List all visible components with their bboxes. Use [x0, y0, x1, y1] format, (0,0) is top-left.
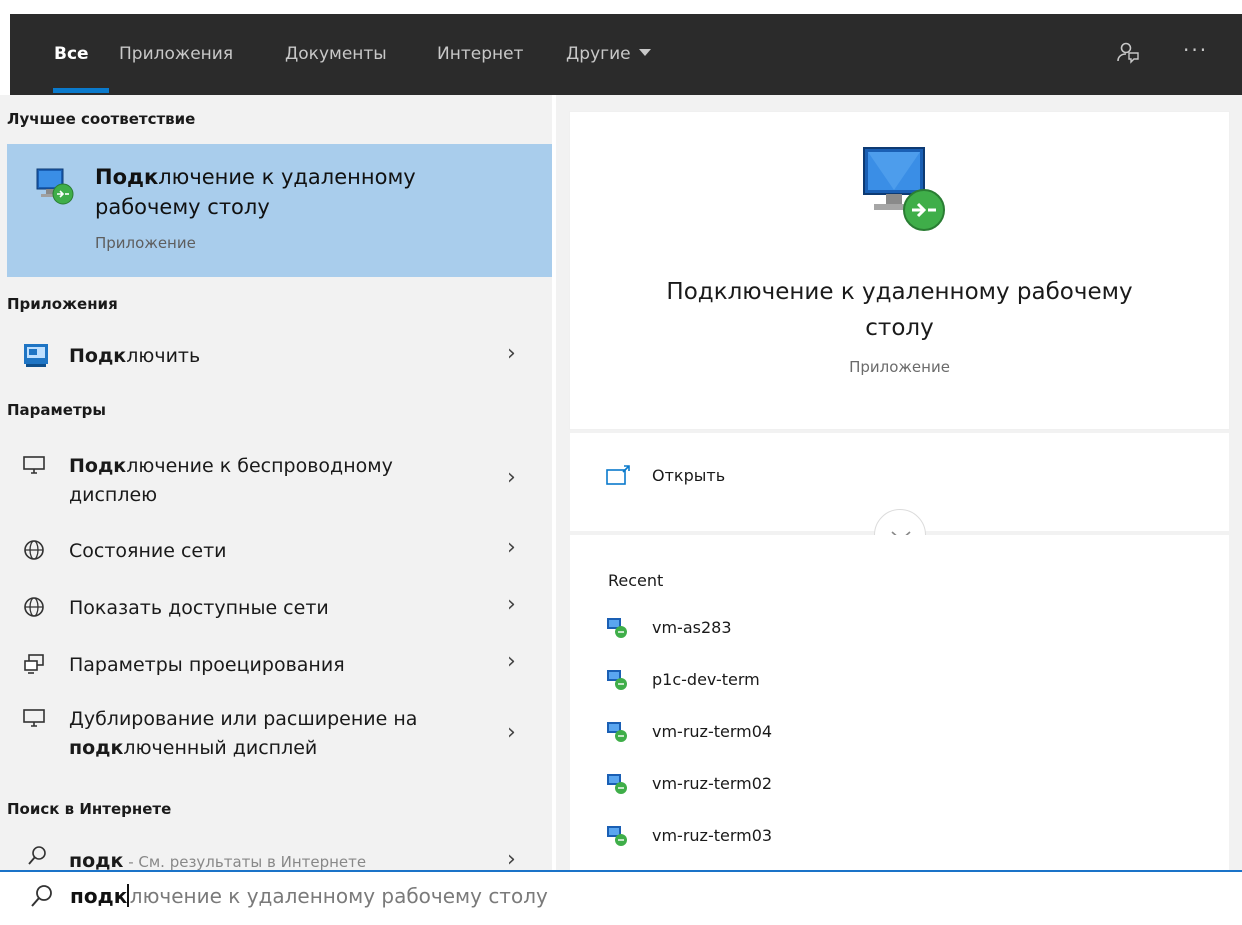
rdp-file-icon — [606, 721, 628, 747]
chevron-right-icon: › — [507, 649, 516, 674]
settings-item-projection[interactable]: Параметры проецирования › — [7, 649, 552, 685]
settings-item-duplicate-extend[interactable]: Дублирование или расширение на подключенн… — [7, 702, 552, 770]
monitor-icon — [23, 708, 49, 734]
web-search-label: подк - См. результаты в Интернете — [69, 850, 367, 870]
text-cursor — [127, 884, 129, 907]
settings-item-wireless-display[interactable]: Подключение к беспроводному дисплею › — [7, 449, 552, 515]
settings-item-network-status[interactable]: Состояние сети › — [7, 535, 552, 571]
best-match-subtitle: Приложение — [95, 234, 196, 252]
recent-item-label: vm-ruz-term02 — [652, 774, 773, 793]
more-options-icon[interactable]: ··· — [1183, 38, 1208, 62]
remote-desktop-icon — [35, 166, 77, 212]
tab-other-label: Другие — [566, 44, 631, 64]
rdp-file-icon — [606, 773, 628, 799]
settings-item-label: Показать доступные сети — [69, 597, 329, 619]
recent-item-label: vm-as283 — [652, 618, 732, 637]
section-apps: Приложения — [7, 295, 118, 313]
active-tab-indicator — [53, 88, 109, 93]
open-action-label: Открыть — [652, 466, 726, 485]
recent-section: Recent vm-as283 p1c-dev-term vm-ruz-term… — [570, 535, 1229, 870]
web-search-item[interactable]: подк - См. результаты в Интернете › — [7, 843, 552, 870]
connect-app-icon — [23, 342, 49, 368]
search-icon — [29, 882, 55, 912]
best-match-item[interactable]: Подключение к удаленному рабочему столу … — [7, 144, 552, 277]
rdp-file-icon — [606, 617, 628, 643]
search-tab-bar: Все Приложения Документы Интернет Другие… — [10, 14, 1242, 95]
section-settings: Параметры — [7, 401, 106, 419]
globe-icon — [23, 596, 49, 622]
results-list: Лучшее соответствие Подключение к удален… — [0, 95, 552, 870]
chevron-right-icon: › — [507, 535, 516, 560]
search-bar[interactable]: подк лючение к удаленному рабочему столу — [0, 870, 1242, 925]
chevron-right-icon: › — [507, 592, 516, 617]
globe-icon — [23, 539, 49, 565]
preview-app-subtitle: Приложение — [849, 358, 950, 376]
tab-internet[interactable]: Интернет — [437, 44, 523, 64]
preview-actions: Открыть — [570, 433, 1229, 561]
chevron-right-icon: › — [507, 341, 516, 366]
app-preview-card: Подключение к удаленному рабочему столу П… — [570, 112, 1229, 429]
tab-documents[interactable]: Документы — [285, 44, 387, 64]
tab-other[interactable]: Другие — [566, 44, 651, 64]
chevron-right-icon: › — [507, 720, 516, 745]
recent-item-label: vm-ruz-term04 — [652, 722, 773, 741]
rdp-file-icon — [606, 825, 628, 851]
chevron-right-icon: › — [507, 465, 516, 490]
section-best-match: Лучшее соответствие — [7, 110, 196, 128]
open-window-icon — [606, 465, 630, 491]
app-item-connect[interactable]: Подключить › — [7, 335, 552, 379]
search-input[interactable]: подк лючение к удаленному рабочему столу — [70, 884, 548, 908]
feedback-icon[interactable] — [1116, 40, 1140, 68]
top-strip — [0, 0, 1242, 14]
app-item-label: Подключить — [69, 345, 201, 367]
recent-item-label: vm-ruz-term03 — [652, 826, 773, 845]
search-icon — [27, 845, 53, 870]
tab-all[interactable]: Все — [54, 44, 89, 64]
search-autocomplete: лючение к удаленному рабочему столу — [129, 884, 548, 908]
remote-desktop-large-icon — [856, 144, 956, 248]
recent-title: Recent — [608, 571, 664, 590]
settings-item-available-networks[interactable]: Показать доступные сети › — [7, 592, 552, 628]
settings-item-label: Состояние сети — [69, 540, 227, 562]
project-icon — [23, 653, 49, 679]
preview-app-title: Подключение к удаленному рабочему столу — [666, 279, 1133, 341]
settings-item-label: Подключение к беспроводному дисплею — [69, 455, 393, 506]
chevron-down-icon — [638, 49, 651, 56]
chevron-right-icon: › — [507, 847, 516, 870]
best-match-title: Подключение к удаленному рабочему столу — [95, 165, 416, 219]
settings-item-label: Параметры проецирования — [69, 654, 345, 676]
section-web-search: Поиск в Интернете — [7, 800, 172, 818]
monitor-icon — [23, 455, 49, 481]
settings-item-label: Дублирование или расширение на подключенн… — [69, 708, 418, 759]
search-typed-text: подк — [70, 884, 128, 908]
rdp-file-icon — [606, 669, 628, 695]
recent-item-label: p1c-dev-term — [652, 670, 760, 689]
tab-apps[interactable]: Приложения — [119, 44, 233, 64]
